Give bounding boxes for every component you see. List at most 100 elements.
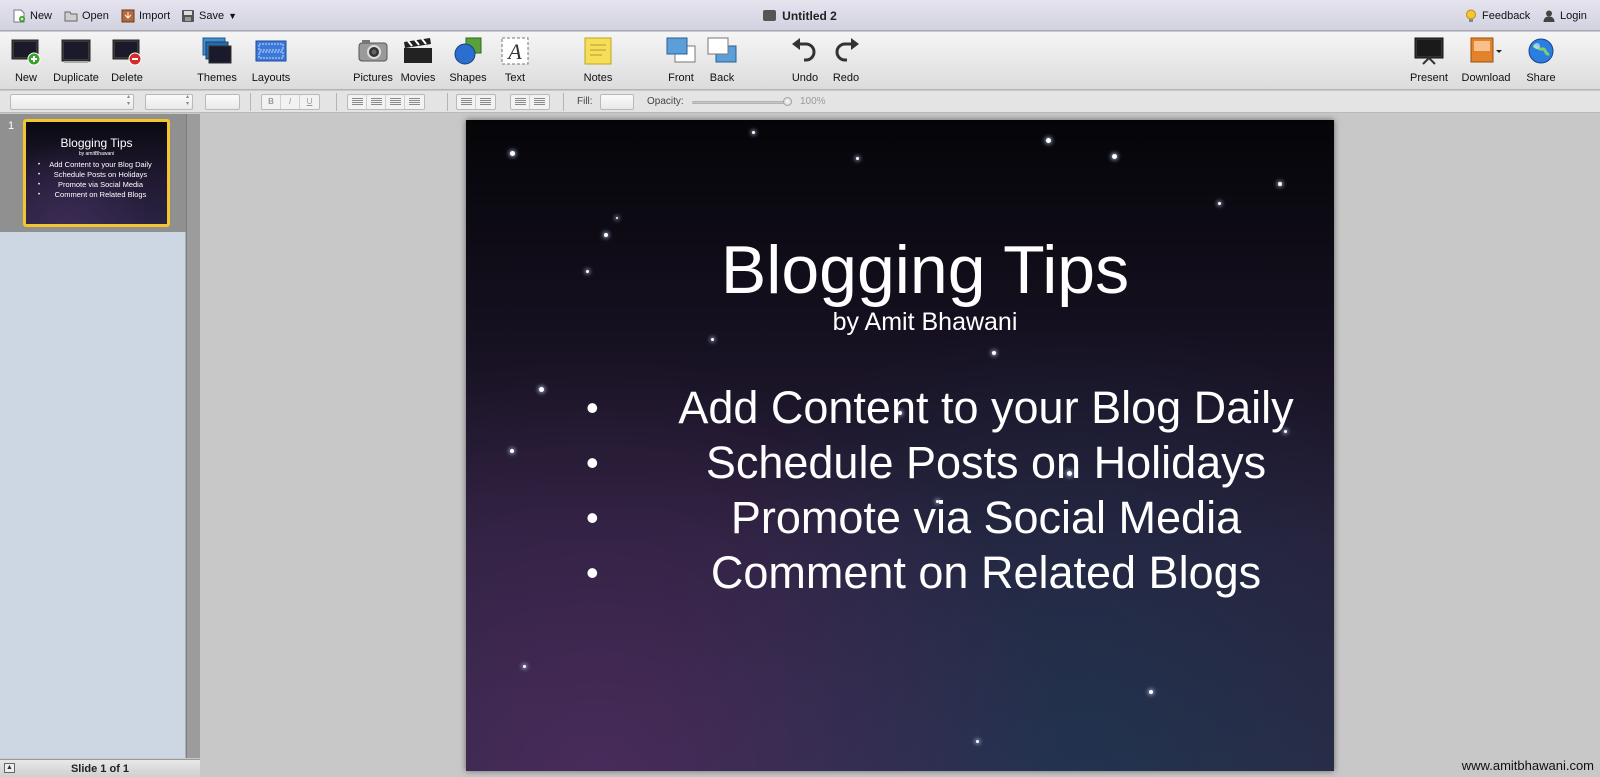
slide-bullet-list[interactable]: • Add Content to your Blog Daily • Schedul… — [586, 380, 1306, 600]
slide-title[interactable]: Blogging Tips — [466, 230, 1334, 310]
align-right-button[interactable] — [386, 95, 405, 109]
star-decoration — [1112, 154, 1117, 159]
slide-bullet-item: • Schedule Posts on Holidays — [586, 435, 1306, 490]
present-button[interactable]: Present — [1400, 36, 1458, 88]
slide[interactable]: Blogging Tips by Amit Bhawani • Add Conte… — [466, 120, 1334, 771]
layouts-icon — [255, 36, 287, 66]
text-color-swatch[interactable] — [205, 94, 240, 110]
menu-new[interactable]: New — [12, 9, 52, 23]
text-button[interactable]: A Text — [486, 36, 544, 88]
menu-feedback[interactable]: Feedback — [1464, 9, 1530, 23]
bullet-list-button[interactable] — [511, 95, 530, 109]
format-bar: B I U Fill: Opacity: 100% — [0, 91, 1600, 113]
import-icon — [121, 9, 135, 23]
bullet-marker: • — [586, 497, 599, 538]
indent-button[interactable] — [476, 95, 495, 109]
slide-panel-scrollbar[interactable] — [186, 114, 200, 758]
opacity-slider-track[interactable] — [692, 101, 792, 104]
bullet-marker: • — [586, 387, 599, 428]
font-family-select[interactable] — [10, 94, 134, 110]
redo-button[interactable]: Redo — [817, 36, 875, 88]
star-decoration — [1278, 182, 1282, 186]
thumbnail-bullet: Add Content to your Blog Daily — [38, 160, 163, 170]
slide-panel: 1 Blogging Tips by amitBhawani Add Conte… — [0, 114, 186, 758]
layouts-button[interactable]: Layouts — [242, 36, 300, 88]
slide-bullet-item: • Add Content to your Blog Daily — [586, 380, 1306, 435]
toolbar: New Duplicate Delete Themes Layouts Pict… — [0, 32, 1600, 90]
slide-bullet-item: • Comment on Related Blogs — [586, 545, 1306, 600]
star-decoration — [856, 157, 859, 160]
slide-subtitle[interactable]: by Amit Bhawani — [466, 308, 1334, 337]
thumbnail-bullet: Comment on Related Blogs — [38, 190, 163, 200]
themes-icon — [201, 36, 233, 66]
text-style-group: B I U — [261, 94, 320, 110]
camera-icon — [357, 36, 389, 66]
menu-login[interactable]: Login — [1542, 9, 1587, 23]
italic-button[interactable]: I — [281, 95, 300, 109]
sticky-note-icon — [582, 36, 614, 66]
star-decoration — [1149, 690, 1153, 694]
notes-button[interactable]: Notes — [569, 36, 627, 88]
thumbnail-bullet: Schedule Posts on Holidays — [38, 170, 163, 180]
alignment-group — [347, 94, 425, 110]
share-button[interactable]: Share — [1512, 36, 1570, 88]
opacity-value: 100% — [800, 96, 826, 107]
align-center-button[interactable] — [367, 95, 386, 109]
bullet-marker: • — [586, 552, 599, 593]
svg-text:A: A — [506, 39, 522, 64]
justify-icon — [409, 98, 420, 106]
divider — [336, 93, 337, 111]
slide-bullet-item: • Promote via Social Media — [586, 490, 1306, 545]
align-center-icon — [371, 98, 382, 106]
star-decoration — [992, 351, 996, 355]
bullet-text: Comment on Related Blogs — [710, 547, 1262, 598]
align-left-icon — [352, 98, 363, 106]
star-decoration — [510, 449, 514, 453]
thumbnail-title: Blogging Tips — [60, 136, 133, 150]
bold-button[interactable]: B — [262, 95, 281, 109]
divider — [447, 93, 448, 111]
download-icon — [1470, 36, 1502, 66]
new-document-icon — [12, 9, 26, 23]
menu-save[interactable]: Save ▼ — [181, 9, 237, 23]
text-box-icon: A — [499, 36, 531, 66]
indent-group — [456, 94, 496, 110]
underline-button[interactable]: U — [300, 95, 319, 109]
download-button[interactable]: Download — [1457, 36, 1515, 88]
collapse-panel-icon[interactable]: ▲ — [4, 763, 15, 773]
star-decoration — [1046, 138, 1051, 143]
floppy-disk-icon — [181, 9, 195, 23]
slide-thumbnail[interactable]: Blogging Tips by amitBhawani Add Content… — [23, 119, 170, 227]
menu-import[interactable]: Import — [121, 9, 170, 23]
presentation-icon — [763, 10, 777, 21]
fill-color-swatch[interactable] — [600, 94, 634, 110]
star-decoration — [976, 740, 979, 743]
font-size-select[interactable] — [145, 94, 193, 110]
menu-open[interactable]: Open — [64, 9, 109, 23]
duplicate-slide-button[interactable]: Duplicate — [47, 36, 105, 88]
opacity-label: Opacity: — [647, 96, 684, 107]
lightbulb-icon — [1464, 9, 1478, 23]
divider — [563, 93, 564, 111]
opacity-slider-handle[interactable] — [783, 97, 792, 106]
numbered-list-button[interactable] — [530, 95, 549, 109]
bullet-text: Promote via Social Media — [730, 492, 1242, 543]
bullet-list-icon — [515, 98, 526, 106]
justify-button[interactable] — [405, 95, 424, 109]
star-decoration — [510, 151, 515, 156]
thumbnail-bullets: Add Content to your Blog Daily Schedule … — [38, 160, 163, 200]
send-back-icon — [706, 36, 738, 66]
send-to-back-button[interactable]: Back — [693, 36, 751, 88]
slide-list-item[interactable]: 1 Blogging Tips by amitBhawani Add Conte… — [0, 114, 186, 232]
thumbnail-bullet: Promote via Social Media — [38, 180, 163, 190]
delete-slide-icon — [111, 36, 143, 66]
align-left-button[interactable] — [348, 95, 367, 109]
menu-bar: New Open Import Save ▼ Untitled 2 Feedba… — [0, 0, 1600, 31]
outdent-button[interactable] — [457, 95, 476, 109]
slide-counter: Slide 1 of 1 — [70, 763, 130, 775]
themes-button[interactable]: Themes — [188, 36, 246, 88]
slide-number: 1 — [8, 120, 15, 132]
delete-slide-button[interactable]: Delete — [98, 36, 156, 88]
star-decoration — [616, 217, 618, 219]
clapperboard-icon — [402, 36, 434, 66]
